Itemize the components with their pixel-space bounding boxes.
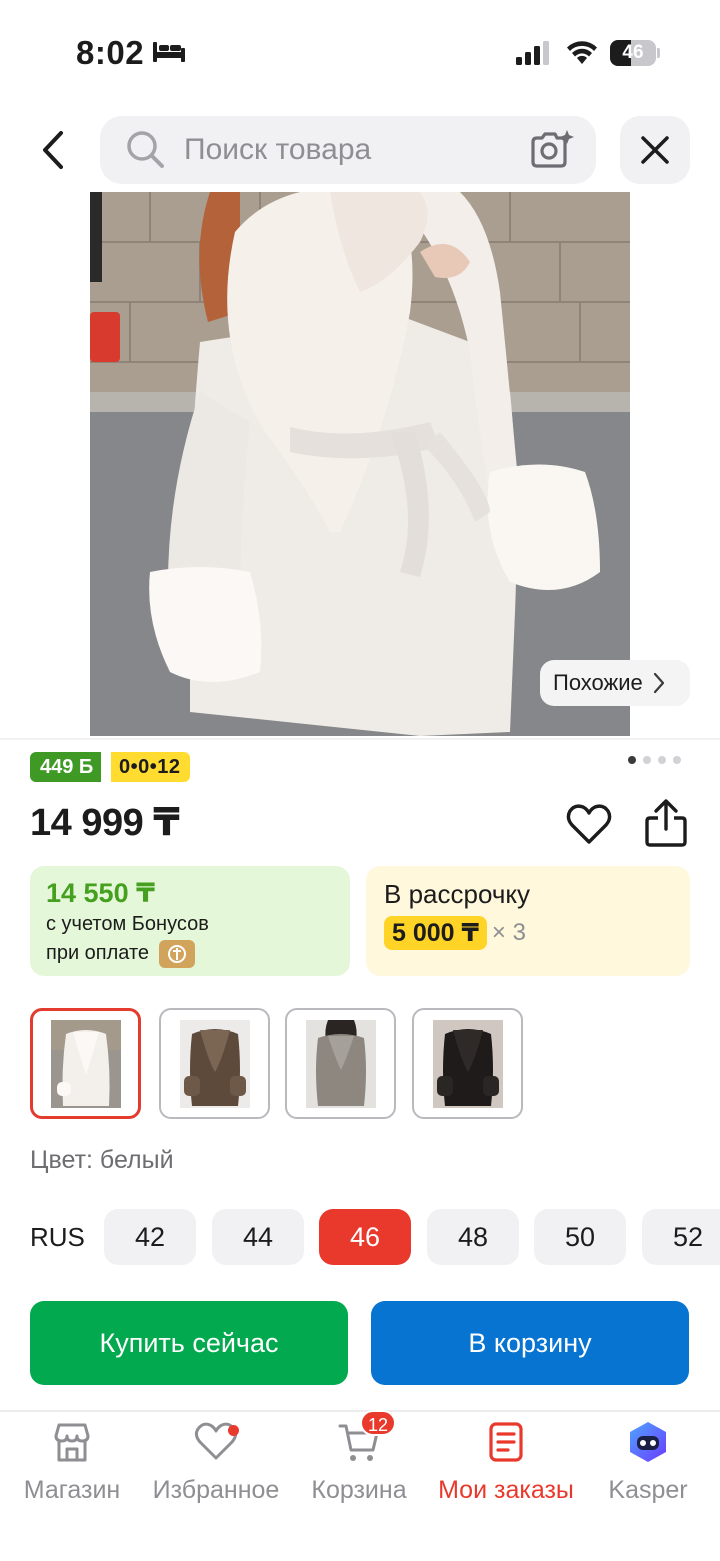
battery-indicator: 46 [610,40,660,66]
tab-my-orders-label: Мои заказы [438,1476,574,1504]
size-option-52[interactable]: 52 [642,1209,720,1265]
tab-kasper[interactable]: Kasper [600,1414,696,1514]
size-option-48[interactable]: 48 [427,1209,519,1265]
tab-favorites-label: Избранное [152,1476,280,1504]
close-icon [641,136,669,164]
bonus-coin-icon [159,939,196,968]
add-to-cart-button[interactable]: В корзину [371,1301,689,1385]
back-button[interactable] [26,122,82,178]
size-option-50[interactable]: 50 [534,1209,626,1265]
variant-brown[interactable] [159,1008,270,1119]
page-dot [628,756,636,764]
cart-count-badge: 12 [360,1410,397,1436]
bonus-note-line1: с учетом Бонусов [46,913,209,935]
fur-coat-photo [90,192,630,736]
close-button[interactable] [620,116,690,184]
product-image[interactable] [90,192,630,736]
bonus-price: 14 550 ₸ [46,878,155,908]
page-dot [658,756,666,764]
search-icon [127,131,164,168]
color-label: Цвет: белый [30,1146,174,1174]
status-time: 8:02 [76,34,145,71]
page-dot [643,756,651,764]
share-icon[interactable] [642,798,690,848]
brown-coat-thumbnail [179,1019,250,1108]
bed-icon [153,42,185,62]
black-coat-thumbnail [432,1019,503,1108]
store-icon [54,1423,90,1462]
size-option-46[interactable]: 46 [319,1209,411,1265]
bonus-price-card[interactable]: 14 550 ₸ с учетом Бонусов при оплате [30,866,350,976]
tab-my-orders[interactable]: Мои заказы [436,1414,576,1514]
installment-badge: 0•0•12 [111,752,190,782]
tab-store[interactable]: Магазин [16,1414,128,1514]
tab-cart[interactable]: Корзина [304,1414,414,1514]
tabbar-divider [0,1410,720,1412]
buy-now-button[interactable]: Купить сейчас [30,1301,348,1385]
chevron-left-icon [43,131,63,169]
status-bar: 8:02 46 [0,0,720,100]
tab-store-label: Магазин [23,1476,121,1504]
variant-white[interactable] [30,1008,141,1119]
bonus-badge: 449 Б [30,752,102,782]
similar-label: Похожие [553,670,643,695]
orders-icon [489,1422,523,1462]
kasper-icon [630,1422,666,1462]
size-option-44[interactable]: 44 [212,1209,304,1265]
page-dot [673,756,681,764]
image-pagination [628,756,681,764]
wifi-icon [567,41,597,64]
heart-icon[interactable] [566,802,612,848]
bonus-note-line2: при оплате [46,942,150,964]
divider [0,738,720,740]
installment-amount: 5 000 ₸ [384,916,487,950]
similar-products-button[interactable]: Похожие [540,660,690,706]
chevron-right-icon [653,672,664,694]
installment-card[interactable]: В рассрочку 5 000 ₸ × 3 [366,866,690,976]
installment-title: В рассрочку [384,879,531,909]
variant-grey[interactable] [285,1008,396,1119]
white-coat-thumbnail [50,1019,121,1108]
camera-search-icon[interactable] [528,128,574,170]
favorites-notification-dot [228,1425,239,1436]
search-input[interactable] [184,128,504,172]
tab-kasper-label: Kasper [608,1476,688,1504]
grey-coat-thumbnail [305,1019,376,1108]
battery-percent: 46 [622,42,644,63]
tab-favorites[interactable]: Избранное [148,1414,284,1514]
installment-times: × 3 [491,919,526,946]
tab-cart-label: Корзина [311,1476,407,1504]
size-system-label: RUS [30,1222,85,1252]
product-price: 14 999 ₸ [30,802,180,844]
size-option-42[interactable]: 42 [104,1209,196,1265]
variant-black[interactable] [412,1008,523,1119]
signal-icon [516,41,549,65]
